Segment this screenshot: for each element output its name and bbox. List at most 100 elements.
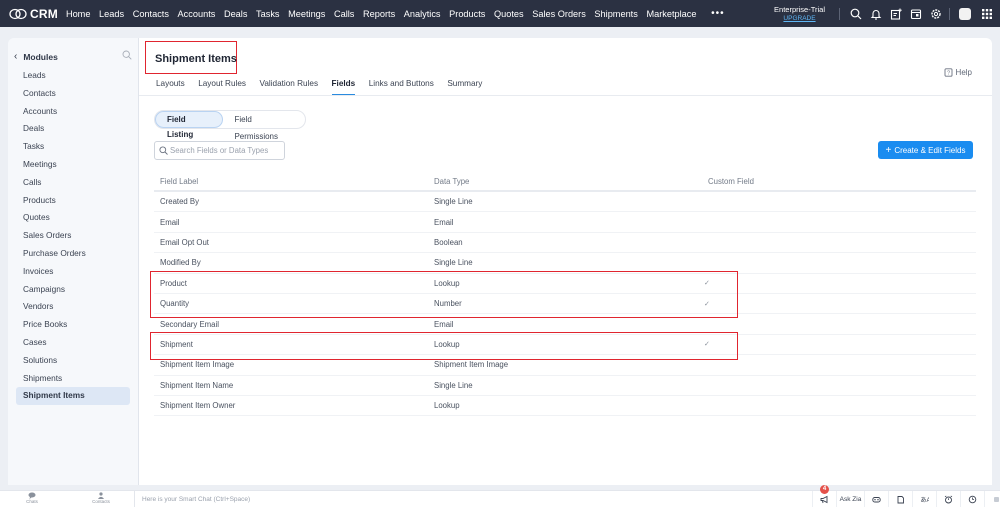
calendar-icon[interactable]	[909, 7, 922, 20]
help-label: Help	[955, 68, 972, 77]
data-type-cell: Lookup	[434, 278, 460, 288]
nav-item-calls[interactable]: Calls	[334, 9, 354, 19]
sidebar-item-accounts[interactable]: Accounts	[16, 103, 130, 121]
data-type-cell: Shipment Item Image	[434, 360, 509, 370]
field-label-cell: Secondary Email	[160, 319, 219, 329]
table-row[interactable]: Created By Single Line	[154, 192, 976, 213]
sidebar-item-solutions[interactable]: Solutions	[16, 352, 130, 370]
table-row[interactable]: Product Lookup ✓	[154, 274, 976, 294]
reminder-button[interactable]	[936, 491, 960, 507]
sidebar-item-tasks[interactable]: Tasks	[16, 138, 130, 156]
gear-icon[interactable]	[929, 7, 942, 20]
megaphone-icon	[820, 495, 828, 504]
crm-logo[interactable]: CRM	[0, 7, 58, 21]
nav-item-home[interactable]: Home	[66, 9, 91, 19]
data-type-cell: Single Line	[434, 380, 473, 390]
table-row[interactable]: Shipment Item Name Single Line	[154, 376, 976, 396]
segment-field-listing[interactable]: Field Listing	[155, 111, 224, 139]
create-edit-fields-button[interactable]: + Create & Edit Fields	[878, 141, 973, 159]
nav-item-leads[interactable]: Leads	[99, 9, 124, 19]
contact-person-icon	[98, 492, 104, 499]
column-header-custom-field[interactable]: Custom Field	[702, 177, 976, 186]
field-label-cell: Product	[160, 278, 187, 288]
nav-item-sales-orders[interactable]: Sales Orders	[532, 9, 586, 19]
chat-bubble-icon	[28, 492, 36, 499]
nav-item-shipments[interactable]: Shipments	[594, 9, 637, 19]
back-chevron-icon[interactable]: ‹	[14, 51, 17, 62]
nav-item-quotes[interactable]: Quotes	[494, 9, 524, 19]
sidebar-item-deals[interactable]: Deals	[16, 120, 130, 138]
sidebar-item-calls[interactable]: Calls	[16, 174, 130, 192]
tab-layout-rules[interactable]: Layout Rules	[198, 78, 246, 96]
table-row[interactable]: Shipment Item Image Shipment Item Image	[154, 355, 976, 376]
more-tools-button[interactable]	[984, 491, 1000, 507]
translate-button[interactable]: あA	[912, 491, 936, 507]
nav-item-contacts[interactable]: Contacts	[133, 9, 169, 19]
nav-item-deals[interactable]: Deals	[224, 9, 248, 19]
sidebar-item-quotes[interactable]: Quotes	[16, 209, 130, 227]
nav-item-accounts[interactable]: Accounts	[178, 9, 216, 19]
sidebar-item-shipment-items[interactable]: Shipment Items	[16, 387, 130, 406]
bell-icon[interactable]	[869, 7, 882, 20]
app-grid-icon[interactable]	[980, 7, 993, 20]
search-icon[interactable]	[849, 7, 862, 20]
history-button[interactable]	[960, 491, 984, 507]
nav-item-products[interactable]: Products	[449, 9, 485, 19]
more-modules-button[interactable]: •••	[711, 8, 725, 19]
sidebar-item-meetings[interactable]: Meetings	[16, 156, 130, 174]
chats-button[interactable]: Chats	[17, 492, 47, 504]
tab-layouts[interactable]: Layouts	[156, 78, 185, 96]
table-row[interactable]: Email Opt Out Boolean	[154, 233, 976, 254]
top-navigation-bar: CRM Home Leads Contacts Accounts Deals Tasks M…	[0, 0, 1000, 27]
gamepad-icon	[872, 497, 881, 503]
tab-summary[interactable]: Summary	[447, 78, 482, 96]
smart-chat-input[interactable]: Here is your Smart Chat (Ctrl+Space)	[134, 491, 814, 507]
nav-item-marketplace[interactable]: Marketplace	[646, 9, 696, 19]
sidebar-item-sales-orders[interactable]: Sales Orders	[16, 227, 130, 245]
add-note-icon[interactable]	[889, 7, 902, 20]
table-row[interactable]: Email Email	[154, 212, 976, 233]
data-type-cell: Email	[434, 217, 454, 227]
sidebar-item-shipments[interactable]: Shipments	[16, 370, 130, 388]
sidebar-item-purchase-orders[interactable]: Purchase Orders	[16, 245, 130, 263]
notes-button[interactable]	[888, 491, 912, 507]
help-link[interactable]: ? Help	[944, 68, 972, 77]
sidebar-item-cases[interactable]: Cases	[16, 334, 130, 352]
sidebar-item-vendors[interactable]: Vendors	[16, 298, 130, 316]
sidebar-item-leads[interactable]: Leads	[16, 67, 130, 85]
main-panel: Shipment Items ? Help Layouts Layout Rule…	[139, 38, 992, 485]
svg-text:あA: あA	[921, 497, 930, 504]
table-row[interactable]: Modified By Single Line	[154, 253, 976, 274]
tab-links-and-buttons[interactable]: Links and Buttons	[369, 78, 434, 96]
sidebar-item-invoices[interactable]: Invoices	[16, 263, 130, 281]
sidebar-title: Modules	[23, 51, 58, 62]
search-fields-input[interactable]	[170, 146, 280, 155]
sidebar-item-campaigns[interactable]: Campaigns	[16, 281, 130, 299]
nav-item-meetings[interactable]: Meetings	[288, 9, 325, 19]
segment-field-permissions[interactable]: Field Permissions	[223, 111, 305, 141]
nav-item-reports[interactable]: Reports	[363, 9, 395, 19]
table-row[interactable]: Secondary Email Email	[154, 314, 976, 335]
sidebar-search-icon[interactable]	[122, 50, 132, 60]
user-avatar[interactable]	[959, 7, 971, 20]
tab-validation-rules[interactable]: Validation Rules	[259, 78, 318, 96]
gamepad-button[interactable]	[864, 491, 888, 507]
sidebar-item-products[interactable]: Products	[16, 192, 130, 210]
tab-fields[interactable]: Fields	[331, 78, 356, 96]
column-header-field-label[interactable]: Field Label	[154, 177, 428, 186]
sidebar-item-price-books[interactable]: Price Books	[16, 316, 130, 334]
alarm-clock-icon	[944, 495, 953, 504]
field-search-box[interactable]	[154, 141, 285, 160]
table-row[interactable]: Shipment Lookup ✓	[154, 335, 976, 356]
nav-item-tasks[interactable]: Tasks	[256, 9, 279, 19]
contacts-button[interactable]: Contacts	[86, 492, 116, 504]
table-row[interactable]: Quantity Number ✓	[154, 294, 976, 315]
upgrade-link[interactable]: UPGRADE	[774, 14, 825, 23]
search-icon	[159, 146, 168, 155]
nav-item-analytics[interactable]: Analytics	[404, 9, 441, 19]
sidebar-item-contacts[interactable]: Contacts	[16, 85, 130, 103]
table-body: Created By Single Line Email Email Email Opt…	[154, 192, 976, 417]
column-header-data-type[interactable]: Data Type	[428, 177, 702, 186]
table-row[interactable]: Shipment Item Owner Lookup	[154, 396, 976, 417]
ask-zia-button[interactable]: Ask Zia	[836, 491, 864, 507]
